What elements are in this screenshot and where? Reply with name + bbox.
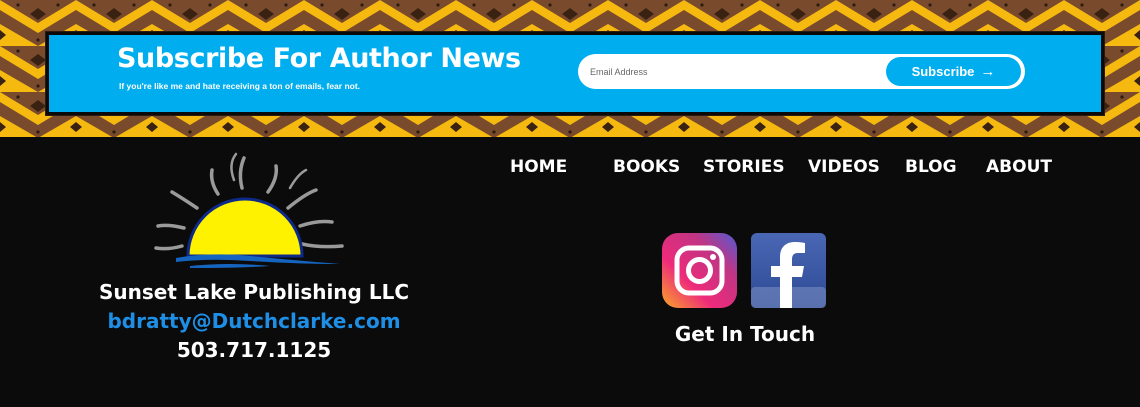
nav-item-books[interactable]: BOOKS — [613, 157, 680, 177]
nav-item-videos[interactable]: VIDEOS — [808, 157, 880, 177]
subscribe-panel: Subscribe For Author News If you're like… — [46, 32, 1104, 115]
company-name: Sunset Lake Publishing LLC — [98, 280, 409, 304]
nav-item-home[interactable]: HOME — [510, 157, 567, 177]
nav-item-blog[interactable]: BLOG — [905, 157, 957, 177]
subscribe-title: Subscribe For Author News — [117, 43, 521, 74]
instagram-icon[interactable] — [662, 233, 737, 308]
nav-item-about[interactable]: ABOUT — [986, 157, 1052, 177]
arrow-right-icon: → — [980, 63, 996, 80]
sunset-logo[interactable] — [140, 150, 360, 274]
get-in-touch-label: Get In Touch — [674, 322, 816, 346]
subscribe-button-label: Subscribe — [911, 64, 975, 79]
subscribe-button[interactable]: Subscribe → — [886, 57, 1021, 86]
company-email-link[interactable]: bdratty@Dutchclarke.com — [0, 309, 508, 333]
email-input[interactable] — [590, 56, 880, 87]
facebook-icon[interactable] — [751, 233, 826, 308]
subscribe-form: Subscribe → — [578, 54, 1025, 89]
company-phone: 503.717.1125 — [176, 338, 332, 362]
subscribe-subtitle: If you're like me and hate receiving a t… — [119, 81, 361, 91]
nav-item-stories[interactable]: STORIES — [703, 157, 785, 177]
sunset-logo-graphic — [154, 152, 344, 268]
